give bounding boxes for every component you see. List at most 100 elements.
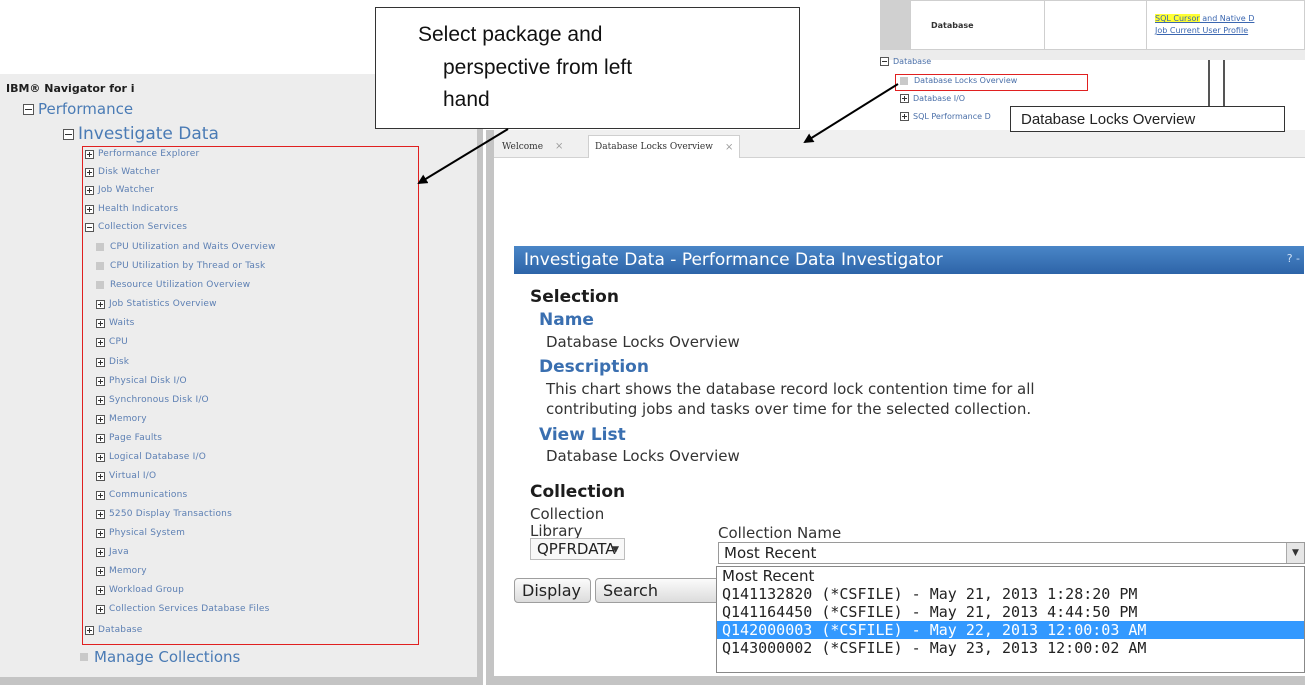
display-button[interactable]: Display: [514, 578, 591, 603]
tree-item-memory-2[interactable]: Memory: [96, 566, 147, 576]
expand-icon[interactable]: [96, 376, 105, 386]
expand-icon[interactable]: [96, 337, 105, 347]
inset-tree-database[interactable]: Database: [880, 57, 931, 66]
expand-icon[interactable]: [85, 167, 94, 177]
collapse-icon[interactable]: [23, 103, 34, 115]
expand-icon[interactable]: [96, 566, 105, 576]
table-divider: [1044, 1, 1045, 49]
tab-database-locks-overview[interactable]: Database Locks Overview ×: [588, 135, 741, 158]
navigator-panel: IBM® Navigator for i Performance Investi…: [0, 74, 483, 685]
tree-item-health-indicators[interactable]: Health Indicators: [85, 204, 178, 214]
tree-item-waits[interactable]: Waits: [96, 318, 135, 328]
dropdown-option[interactable]: Q141132820 (*CSFILE) - May 21, 2013 1:28…: [717, 585, 1304, 603]
close-icon[interactable]: ×: [555, 141, 563, 152]
tree-item-label: Collection Services: [98, 222, 188, 232]
search-button[interactable]: Search: [595, 578, 725, 603]
expand-icon[interactable]: [96, 357, 105, 367]
expand-icon[interactable]: [96, 395, 105, 405]
tree-item-synchronous-disk-io[interactable]: Synchronous Disk I/O: [96, 395, 209, 405]
expand-icon[interactable]: [96, 547, 105, 557]
expand-icon[interactable]: [96, 433, 105, 443]
dropdown-option[interactable]: Q143000002 (*CSFILE) - May 23, 2013 12:0…: [717, 639, 1304, 657]
tree-leaf-cpu-utilization-waits[interactable]: CPU Utilization and Waits Overview: [96, 242, 276, 252]
job-user-profile-link[interactable]: Job Current User Profile: [1155, 26, 1248, 35]
tree-item-collection-services-db-files[interactable]: Collection Services Database Files: [96, 604, 270, 614]
tree-item-label: Job Statistics Overview: [109, 299, 217, 309]
expand-icon[interactable]: [85, 185, 94, 195]
view-list-value: Database Locks Overview: [546, 447, 740, 465]
inset-tree-label: Database I/O: [913, 94, 966, 103]
tree-item-communications[interactable]: Communications: [96, 490, 187, 500]
tree-item-performance-explorer[interactable]: Performance Explorer: [85, 149, 199, 159]
tree-item-disk-watcher[interactable]: Disk Watcher: [85, 167, 160, 177]
dropdown-option-selected[interactable]: Q142000003 (*CSFILE) - May 22, 2013 12:0…: [717, 621, 1304, 639]
expand-icon[interactable]: [96, 585, 105, 595]
expand-icon[interactable]: [96, 299, 105, 309]
expand-icon[interactable]: [96, 509, 105, 519]
tree-item-logical-database-io[interactable]: Logical Database I/O: [96, 452, 206, 462]
tree-item-label: Physical System: [109, 528, 186, 538]
expand-icon[interactable]: [96, 471, 105, 481]
panel-border: [494, 676, 1305, 685]
collapse-icon[interactable]: [85, 222, 94, 232]
expand-icon[interactable]: [96, 604, 105, 614]
tree-item-physical-system[interactable]: Physical System: [96, 528, 185, 538]
expand-icon[interactable]: [85, 204, 94, 214]
inset-tree-db-io[interactable]: Database I/O: [900, 94, 965, 103]
tree-item-label: Java: [109, 547, 129, 557]
expand-icon[interactable]: [85, 149, 94, 159]
expand-icon[interactable]: [96, 414, 105, 424]
tree-item-job-watcher[interactable]: Job Watcher: [85, 185, 154, 195]
tree-item-label: Job Watcher: [98, 185, 155, 195]
tree-item-database[interactable]: Database: [85, 625, 143, 635]
expand-icon[interactable]: [96, 490, 105, 500]
tree-item-memory[interactable]: Memory: [96, 414, 147, 424]
pdi-title-bar: Investigate Data - Performance Data Inve…: [514, 246, 1304, 274]
native-link[interactable]: and Native D: [1200, 14, 1254, 23]
tree-item-virtual-io[interactable]: Virtual I/O: [96, 471, 156, 481]
close-icon[interactable]: ×: [725, 142, 733, 153]
tree-performance[interactable]: Performance: [23, 100, 133, 118]
tree-item-label: Health Indicators: [98, 204, 179, 214]
collection-name-select[interactable]: Most Recent ▼: [718, 542, 1305, 564]
tree-item-workload-group[interactable]: Workload Group: [96, 585, 184, 595]
inset-tree-label: SQL Performance D: [913, 112, 991, 121]
inset-band: [880, 50, 1305, 60]
tree-item-physical-disk-io[interactable]: Physical Disk I/O: [96, 376, 187, 386]
collection-library-select[interactable]: QPFRDATA ▼: [530, 538, 625, 560]
expand-icon[interactable]: [96, 528, 105, 538]
collapse-icon[interactable]: [63, 128, 74, 140]
collapse-icon[interactable]: [880, 57, 889, 66]
tree-item-page-faults[interactable]: Page Faults: [96, 433, 162, 443]
tab-welcome[interactable]: Welcome ×: [496, 135, 569, 158]
instruction-callout: Select package and perspective from left…: [375, 7, 800, 129]
help-icon[interactable]: ? -: [1287, 252, 1300, 265]
expand-icon[interactable]: [900, 112, 909, 121]
tree-item-label: Collection Services Database Files: [109, 604, 270, 614]
chevron-down-icon[interactable]: ▼: [612, 545, 619, 555]
tree-manage-collections[interactable]: Manage Collections: [80, 648, 240, 666]
tree-item-label: Communications: [109, 490, 188, 500]
tree-leaf-cpu-utilization-thread[interactable]: CPU Utilization by Thread or Task: [96, 261, 265, 271]
expand-icon[interactable]: [96, 318, 105, 328]
expand-icon[interactable]: [900, 94, 909, 103]
tree-item-job-statistics[interactable]: Job Statistics Overview: [96, 299, 217, 309]
tree-item-java[interactable]: Java: [96, 547, 129, 557]
tree-item-collection-services[interactable]: Collection Services: [85, 222, 187, 232]
highlight-box: [895, 74, 1088, 91]
tree-leaf-resource-utilization[interactable]: Resource Utilization Overview: [96, 280, 250, 290]
tree-item-cpu[interactable]: CPU: [96, 337, 128, 347]
inset-tree-sql-perf[interactable]: SQL Performance D: [900, 112, 991, 121]
tree-item-disk[interactable]: Disk: [96, 357, 129, 367]
collection-dropdown-list[interactable]: Most Recent Q141132820 (*CSFILE) - May 2…: [716, 566, 1305, 673]
expand-icon[interactable]: [96, 452, 105, 462]
view-list-label: View List: [539, 425, 626, 445]
tree-item-5250-display[interactable]: 5250 Display Transactions: [96, 509, 232, 519]
sql-cursor-link[interactable]: SQL Cursor: [1155, 14, 1200, 23]
chevron-down-icon[interactable]: ▼: [1286, 543, 1304, 563]
tree-investigate-data[interactable]: Investigate Data: [63, 124, 219, 144]
expand-icon[interactable]: [85, 625, 94, 635]
inset-table-cell: Database: [931, 21, 974, 30]
dropdown-option[interactable]: Most Recent: [717, 567, 1304, 585]
dropdown-option[interactable]: Q141164450 (*CSFILE) - May 21, 2013 4:44…: [717, 603, 1304, 621]
